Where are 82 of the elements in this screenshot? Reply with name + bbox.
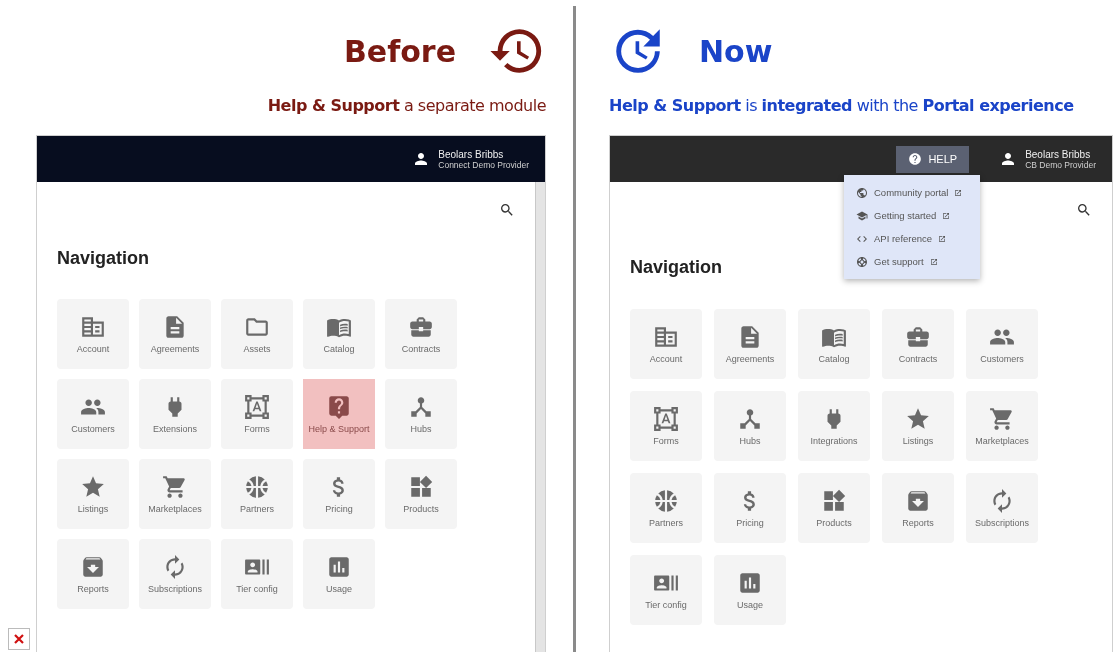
briefcase-icon xyxy=(408,314,434,340)
text-frame-icon xyxy=(244,394,270,420)
user-name: Beolars Bribbs xyxy=(438,148,505,160)
external-link-icon xyxy=(929,257,938,266)
external-link-icon xyxy=(942,211,951,220)
widgets-icon xyxy=(408,474,434,500)
navigation-tile[interactable]: Products xyxy=(385,459,457,529)
navigation-tile[interactable]: Marketplaces xyxy=(139,459,211,529)
user-organization: CB Demo Provider xyxy=(1025,159,1096,170)
navigation-tile[interactable]: Customers xyxy=(57,379,129,449)
building-icon xyxy=(80,314,106,340)
navigation-tile[interactable]: Pricing xyxy=(714,473,786,543)
text-frame-icon xyxy=(653,406,679,432)
user-name: Beolars Bribbs xyxy=(1025,148,1092,160)
external-link-icon xyxy=(938,234,947,243)
navigation-tile[interactable]: Catalog xyxy=(798,309,870,379)
navigation-tile[interactable]: Usage xyxy=(714,555,786,625)
navigation-tile[interactable]: Marketplaces xyxy=(966,391,1038,461)
navigation-tile[interactable]: Forms xyxy=(630,391,702,461)
navigation-tile[interactable]: Account xyxy=(630,309,702,379)
scrollbar[interactable] xyxy=(535,182,545,652)
graduation-cap-icon xyxy=(856,209,868,222)
navigation-tile[interactable]: Help & Support xyxy=(303,379,375,449)
navigation-tile[interactable]: Assets xyxy=(221,299,293,369)
help-button[interactable]: HELP xyxy=(896,145,970,173)
comparison-subtitle: Help & Support a separate module xyxy=(266,96,546,115)
navigation-tile[interactable]: Catalog xyxy=(303,299,375,369)
search-icon[interactable] xyxy=(1076,202,1092,218)
navigation-tile[interactable]: Partners xyxy=(221,459,293,529)
star-icon xyxy=(905,406,931,432)
hub-icon xyxy=(737,406,763,432)
navigation-tile[interactable]: Reports xyxy=(57,539,129,609)
navigation-tile[interactable]: Tier config xyxy=(630,555,702,625)
navigation-tile[interactable]: Agreements xyxy=(714,309,786,379)
navigation-tile[interactable]: Listings xyxy=(57,459,129,529)
section-title: Navigation xyxy=(630,257,722,278)
briefcase-icon xyxy=(905,324,931,350)
hub-icon xyxy=(408,394,434,420)
navigation-tile[interactable]: Hubs xyxy=(385,379,457,449)
user-organization: Connect Demo Provider xyxy=(438,159,529,170)
navigation-tile[interactable]: Agreements xyxy=(139,299,211,369)
navigation-tile[interactable]: Usage xyxy=(303,539,375,609)
bar-chart-icon xyxy=(737,570,763,596)
navigation-tile[interactable]: Forms xyxy=(221,379,293,449)
navigation-tile[interactable]: Subscriptions xyxy=(966,473,1038,543)
help-icon xyxy=(908,152,923,166)
section-title: Navigation xyxy=(57,248,149,269)
navigation-tile[interactable]: Subscriptions xyxy=(139,539,211,609)
external-link-icon xyxy=(954,188,963,197)
building-icon xyxy=(653,324,679,350)
navigation-tile[interactable]: Contracts xyxy=(385,299,457,369)
comparison-heading: Before xyxy=(343,33,456,69)
star-icon xyxy=(80,474,106,500)
help-menu-item[interactable]: Get support xyxy=(844,250,980,273)
help-menu-item[interactable]: API reference xyxy=(844,227,980,250)
navigation-tile[interactable]: Hubs xyxy=(714,391,786,461)
navigation-tile[interactable]: Partners xyxy=(630,473,702,543)
cart-icon xyxy=(162,474,188,500)
navigation-tile[interactable]: Products xyxy=(798,473,870,543)
question-bubble-icon xyxy=(326,394,352,420)
cart-icon xyxy=(989,406,1015,432)
globe-icon xyxy=(856,186,868,199)
navigation-tile[interactable]: Tier config xyxy=(221,539,293,609)
comparison-subtitle: Help & Support is integrated with the Portal experience xyxy=(609,96,1075,115)
search-icon[interactable] xyxy=(499,202,515,218)
archive-icon xyxy=(905,488,931,514)
navigation-tile[interactable]: Pricing xyxy=(303,459,375,529)
widgets-icon xyxy=(821,488,847,514)
navigation-tile[interactable]: Account xyxy=(57,299,129,369)
navigation-tile[interactable]: Listings xyxy=(882,391,954,461)
lifebuoy-icon xyxy=(856,255,868,268)
broken-image-icon xyxy=(8,628,30,650)
archive-icon xyxy=(80,554,106,580)
comparison-heading: Now xyxy=(699,33,773,69)
navigation-tile[interactable]: Reports xyxy=(882,473,954,543)
navigation-tile[interactable]: Extensions xyxy=(139,379,211,449)
navigation-tile[interactable]: Contracts xyxy=(882,309,954,379)
help-menu-item[interactable]: Community portal xyxy=(844,181,980,204)
bar-chart-icon xyxy=(326,554,352,580)
navigation-tile[interactable]: Integrations xyxy=(798,391,870,461)
navigation-tile[interactable]: Customers xyxy=(966,309,1038,379)
help-menu-item[interactable]: Getting started xyxy=(844,204,980,227)
